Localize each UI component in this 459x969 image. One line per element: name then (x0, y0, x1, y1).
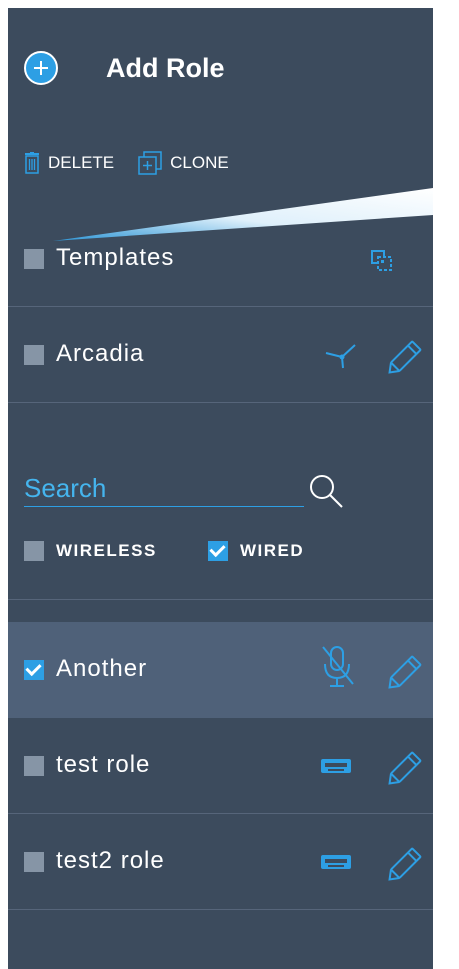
templates-label: Templates (56, 244, 175, 271)
search-input[interactable] (24, 470, 304, 507)
search-icon[interactable] (306, 471, 346, 511)
ethernet-port-icon[interactable] (320, 758, 352, 774)
role-row-another[interactable]: Another (8, 622, 433, 718)
clone-label: CLONE (170, 153, 229, 172)
list-item-templates[interactable]: Templates (8, 211, 433, 307)
clone-button[interactable]: CLONE (138, 151, 229, 175)
ethernet-port-icon[interactable] (320, 854, 352, 870)
another-label: Another (56, 655, 148, 682)
delete-label: DELETE (48, 153, 115, 172)
list-item-arcadia[interactable]: Arcadia (8, 307, 433, 403)
copy-icon[interactable] (370, 249, 394, 273)
clone-icon (138, 151, 162, 175)
filter-divider (8, 599, 433, 600)
add-circle-icon (24, 51, 58, 85)
arcadia-label: Arcadia (56, 340, 145, 367)
test-role-label: test role (56, 751, 151, 778)
wired-label: WIRED (240, 541, 305, 560)
pencil-icon[interactable] (382, 338, 424, 380)
trash-icon (25, 152, 39, 174)
wireless-label: WIRELESS (56, 541, 157, 560)
microphone-muted-icon[interactable] (320, 644, 356, 690)
test-role-checkbox[interactable] (24, 756, 44, 776)
action-bar: DELETE CLONE (24, 151, 229, 175)
pencil-icon[interactable] (382, 653, 424, 695)
templates-checkbox[interactable] (24, 249, 44, 269)
role-row-test2-role[interactable]: test2 role (8, 814, 433, 910)
network-node-icon[interactable] (324, 343, 358, 369)
role-row-test-role[interactable]: test role (8, 718, 433, 814)
arcadia-checkbox[interactable] (24, 345, 44, 365)
test2-role-label: test2 role (56, 847, 165, 874)
wired-checkbox[interactable] (208, 541, 228, 561)
pencil-icon[interactable] (382, 749, 424, 791)
wireless-checkbox[interactable] (24, 541, 44, 561)
add-role-label: Add Role (106, 52, 225, 83)
roles-panel: Add Role DELETE CLONE Templates Arcadia … (8, 8, 433, 969)
delete-button[interactable]: DELETE (24, 152, 114, 174)
filter-wireless[interactable]: WIRELESS (24, 541, 157, 561)
filter-wired[interactable]: WIRED (208, 541, 304, 561)
add-role-button[interactable]: Add Role (24, 42, 225, 94)
test2-role-checkbox[interactable] (24, 852, 44, 872)
pencil-icon[interactable] (382, 845, 424, 887)
another-checkbox[interactable] (24, 660, 44, 680)
